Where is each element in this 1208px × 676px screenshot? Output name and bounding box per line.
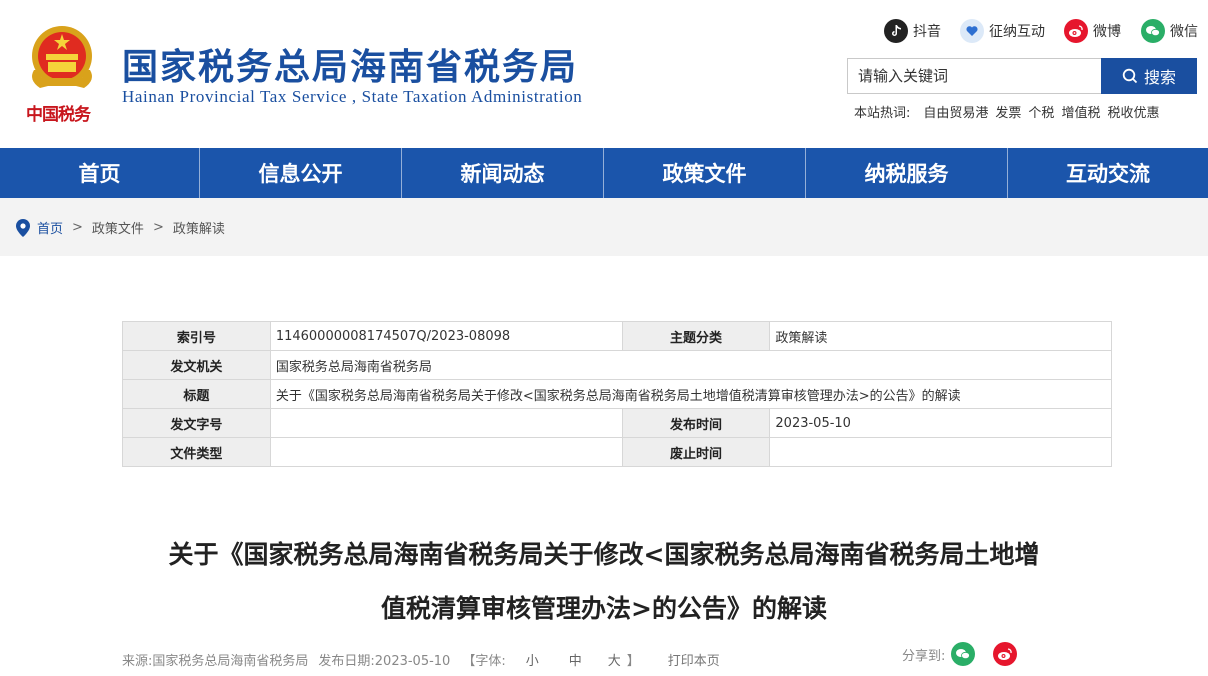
breadcrumb-policy[interactable]: 政策文件	[92, 218, 144, 237]
wechat-icon	[1141, 19, 1165, 43]
article-date: 发布日期:2023-05-10	[318, 654, 451, 669]
table-row: 发文机关 国家税务总局海南省税务局	[122, 350, 1113, 380]
font-size-close: 】	[626, 654, 640, 669]
nav-info-disclosure[interactable]: 信息公开	[200, 148, 402, 198]
topic-value: 政策解读	[769, 321, 1112, 351]
doctype-value	[269, 437, 623, 467]
print-button[interactable]: 打印本页	[668, 650, 720, 669]
nav-tax-service[interactable]: 纳税服务	[806, 148, 1008, 198]
douyin-link[interactable]: 抖音	[884, 18, 941, 44]
breadcrumb: 首页 > 政策文件 > 政策解读	[16, 218, 225, 237]
article-source: 来源:国家税务总局海南省税务局	[122, 654, 309, 669]
search-input[interactable]	[847, 58, 1102, 94]
docno-value	[269, 408, 623, 438]
breadcrumb-separator: >	[72, 220, 83, 235]
hotword-link[interactable]: 增值税	[1061, 102, 1100, 121]
site-title[interactable]: 国家税务总局海南省税务局	[122, 38, 578, 90]
zhengna-icon	[960, 19, 984, 43]
hotwords: 本站热词: 自由贸易港 发票 个税 增值税 税收优惠	[854, 102, 1166, 121]
hotwords-label: 本站热词:	[854, 106, 911, 121]
table-row: 文件类型 废止时间	[122, 437, 1112, 467]
weibo-icon	[1064, 19, 1088, 43]
weixin-link[interactable]: 微信	[1141, 18, 1198, 44]
title-label: 标题	[122, 379, 271, 409]
zhengna-link[interactable]: 征纳互动	[960, 18, 1045, 44]
nav-home[interactable]: 首页	[0, 148, 200, 198]
table-row: 索引号 11460000008174507Q/2023-08098 主题分类 政…	[122, 321, 1112, 351]
issuer-label: 发文机关	[122, 350, 271, 380]
index-label: 索引号	[122, 321, 271, 351]
emblem-caption: 中国税务	[26, 105, 91, 125]
font-size-open: 【字体:	[462, 654, 506, 669]
font-size-medium-button[interactable]: 中	[569, 650, 582, 669]
breadcrumb-policy-interpretation[interactable]: 政策解读	[173, 218, 225, 237]
table-row: 标题 关于《国家税务总局海南省税务局关于修改<国家税务总局海南省税务局土地增值税…	[122, 379, 1113, 409]
breadcrumb-home[interactable]: 首页	[37, 218, 63, 237]
issuer-value: 国家税务总局海南省税务局	[269, 350, 1113, 380]
nav-interaction[interactable]: 互动交流	[1008, 148, 1208, 198]
location-pin-icon	[16, 218, 30, 237]
site-header: 中国税务 国家税务总局海南省税务局 Hainan Provincial Tax …	[0, 0, 1208, 148]
hotword-link[interactable]: 个税	[1028, 102, 1054, 121]
pubdate-value: 2023-05-10	[769, 408, 1112, 438]
expire-value	[769, 437, 1112, 467]
document-info-table: 索引号 11460000008174507Q/2023-08098 主题分类 政…	[122, 321, 1113, 467]
weixin-label: 微信	[1170, 23, 1198, 39]
share-wechat-icon[interactable]	[951, 642, 976, 666]
search-icon	[1122, 68, 1138, 84]
douyin-icon	[884, 19, 908, 43]
site-subtitle: Hainan Provincial Tax Service , State Ta…	[122, 87, 583, 106]
title-value: 关于《国家税务总局海南省税务局关于修改<国家税务总局海南省税务局土地增值税清算审…	[269, 379, 1113, 409]
search-button-label: 搜索	[1143, 68, 1176, 87]
share-weibo-icon[interactable]	[993, 642, 1018, 666]
zhengna-label: 征纳互动	[989, 23, 1045, 39]
pubdate-label: 发布时间	[621, 408, 771, 438]
hotword-link[interactable]: 自由贸易港	[923, 102, 988, 121]
nav-policy[interactable]: 政策文件	[604, 148, 806, 198]
article-title: 关于《国家税务总局海南省税务局关于修改<国家税务总局海南省税务局土地增 值税清算…	[100, 528, 1108, 636]
breadcrumb-band: 首页 > 政策文件 > 政策解读	[0, 198, 1208, 256]
nav-news[interactable]: 新闻动态	[402, 148, 604, 198]
search-button[interactable]: 搜索	[1101, 58, 1197, 94]
article-title-line: 值税清算审核管理办法>的公告》的解读	[381, 594, 827, 623]
breadcrumb-separator: >	[152, 220, 164, 235]
share-bar: 分享到:	[902, 642, 1018, 666]
douyin-label: 抖音	[913, 23, 941, 39]
font-size-small-button[interactable]: 小	[526, 650, 539, 669]
topic-label: 主题分类	[621, 321, 771, 351]
table-row: 发文字号 发布时间 2023-05-10	[122, 408, 1112, 438]
doctype-label: 文件类型	[122, 437, 271, 467]
main-nav: 首页 信息公开 新闻动态 政策文件 纳税服务 互动交流	[0, 148, 1208, 198]
article-title-line: 关于《国家税务总局海南省税务局关于修改<国家税务总局海南省税务局土地增	[168, 540, 1040, 569]
index-value: 11460000008174507Q/2023-08098	[269, 321, 623, 351]
share-label: 分享到:	[902, 648, 946, 664]
expire-label: 废止时间	[621, 437, 771, 467]
font-size-large-button[interactable]: 大	[608, 650, 621, 669]
article-meta: 来源:国家税务总局海南省税务局 发布日期:2023-05-10 【字体: 小 中…	[122, 650, 720, 669]
weibo-link[interactable]: 微博	[1064, 18, 1121, 44]
hotword-link[interactable]: 税收优惠	[1107, 102, 1159, 121]
weibo-label: 微博	[1093, 23, 1121, 39]
hotword-link[interactable]: 发票	[995, 102, 1021, 121]
docno-label: 发文字号	[122, 408, 271, 438]
